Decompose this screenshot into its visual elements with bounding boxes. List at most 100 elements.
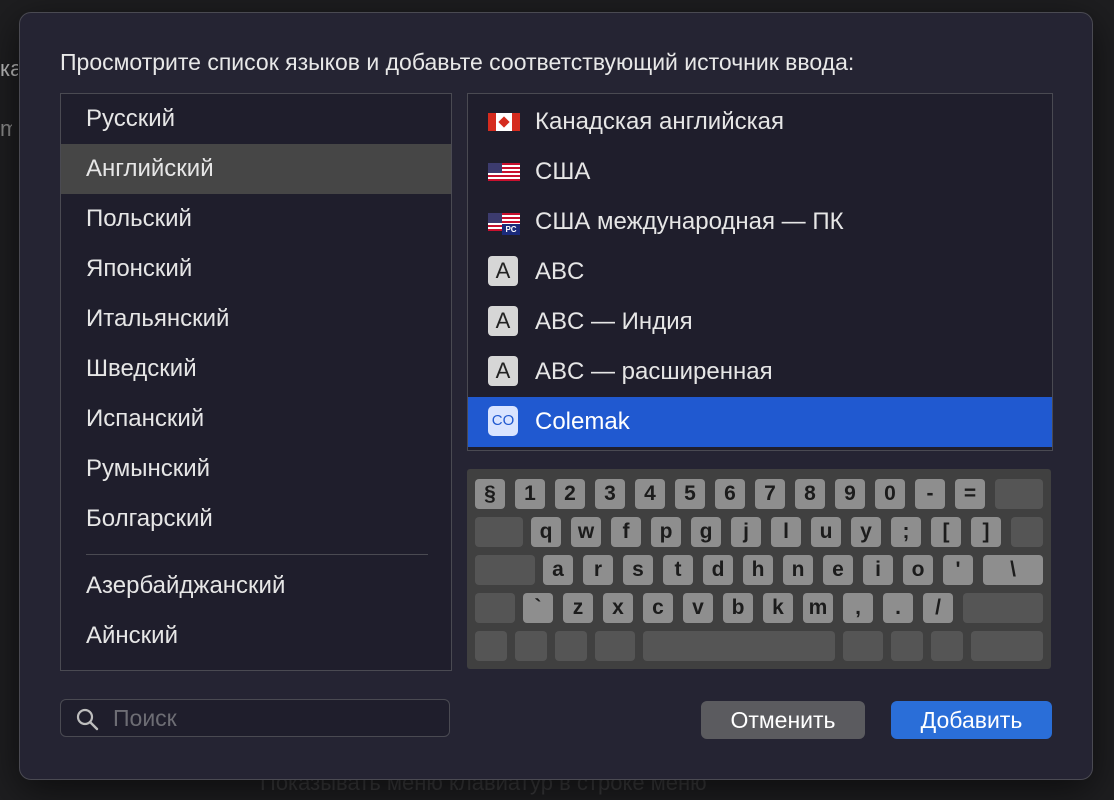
keyboard-key: \ bbox=[983, 555, 1043, 585]
letter-a-icon: A bbox=[488, 306, 520, 336]
keyboard-key: 1 bbox=[515, 479, 545, 509]
keyboard-key: 8 bbox=[795, 479, 825, 509]
keyboard-key-blank bbox=[971, 631, 1043, 661]
keyboard-key-blank bbox=[891, 631, 923, 661]
list-divider bbox=[86, 554, 428, 555]
language-item[interactable]: Азербайджанский bbox=[61, 561, 451, 611]
letter-a-icon: A bbox=[488, 256, 520, 286]
keyboard-key: h bbox=[743, 555, 773, 585]
input-source-list[interactable]: Канадская английская США PC США междунар… bbox=[467, 93, 1053, 451]
keyboard-key: ] bbox=[971, 517, 1001, 547]
search-field[interactable] bbox=[60, 699, 450, 737]
keyboard-key: 2 bbox=[555, 479, 585, 509]
input-source-label: США международная — ПК bbox=[535, 208, 844, 235]
input-source-item[interactable]: Канадская английская bbox=[468, 97, 1052, 147]
add-button[interactable]: Добавить bbox=[891, 701, 1052, 739]
canada-flag-icon bbox=[488, 109, 520, 135]
keyboard-key: 0 bbox=[875, 479, 905, 509]
background-text-fragment: ка bbox=[0, 56, 18, 81]
keyboard-key: b bbox=[723, 593, 753, 623]
keyboard-key-blank bbox=[995, 479, 1043, 509]
input-source-label: Канадская английская bbox=[535, 108, 784, 135]
input-source-item[interactable]: A ABC — расширенная bbox=[468, 347, 1052, 397]
keyboard-key-blank bbox=[843, 631, 883, 661]
keyboard-key: ` bbox=[523, 593, 553, 623]
keyboard-key: f bbox=[611, 517, 641, 547]
keyboard-key-blank bbox=[963, 593, 1043, 623]
keyboard-key: 5 bbox=[675, 479, 705, 509]
keyboard-key: w bbox=[571, 517, 601, 547]
keyboard-key: d bbox=[703, 555, 733, 585]
keyboard-key-blank bbox=[475, 555, 535, 585]
keyboard-key: / bbox=[923, 593, 953, 623]
keyboard-key: 4 bbox=[635, 479, 665, 509]
language-item[interactable]: Шведский bbox=[61, 344, 451, 394]
language-item[interactable]: Румынский bbox=[61, 444, 451, 494]
input-source-item-selected[interactable]: CO Colemak bbox=[468, 397, 1052, 447]
keyboard-key: t bbox=[663, 555, 693, 585]
keyboard-key-blank bbox=[595, 631, 635, 661]
keyboard-key: 6 bbox=[715, 479, 745, 509]
input-source-label: Colemak bbox=[535, 408, 630, 435]
keyboard-key: ; bbox=[891, 517, 921, 547]
input-source-item[interactable]: США bbox=[468, 147, 1052, 197]
input-source-item[interactable]: A ABC — Индия bbox=[468, 297, 1052, 347]
search-input[interactable] bbox=[113, 700, 433, 736]
keyboard-key: z bbox=[563, 593, 593, 623]
input-source-label: ABC — расширенная bbox=[535, 358, 773, 385]
keyboard-key: p bbox=[651, 517, 681, 547]
keyboard-key: e bbox=[823, 555, 853, 585]
us-flag-icon bbox=[488, 159, 520, 185]
cancel-button[interactable]: Отменить bbox=[701, 701, 865, 739]
keyboard-key: [ bbox=[931, 517, 961, 547]
keyboard-key: m bbox=[803, 593, 833, 623]
language-item[interactable]: Японский bbox=[61, 244, 451, 294]
search-icon bbox=[76, 708, 99, 731]
background-text-fragment: m bbox=[0, 116, 12, 141]
language-item[interactable]: Итальянский bbox=[61, 294, 451, 344]
keyboard-key: . bbox=[883, 593, 913, 623]
pc-badge: PC bbox=[502, 224, 520, 235]
keyboard-key: a bbox=[543, 555, 573, 585]
keyboard-key: n bbox=[783, 555, 813, 585]
keyboard-key: y bbox=[851, 517, 881, 547]
input-source-item[interactable]: A ABC bbox=[468, 247, 1052, 297]
keyboard-key: - bbox=[915, 479, 945, 509]
keyboard-key: 9 bbox=[835, 479, 865, 509]
keyboard-key: x bbox=[603, 593, 633, 623]
input-source-label: ABC — Индия bbox=[535, 308, 693, 335]
keyboard-key: i bbox=[863, 555, 893, 585]
language-list[interactable]: Русский Английский Польский Японский Ита… bbox=[60, 93, 452, 671]
keyboard-key-blank bbox=[931, 631, 963, 661]
keyboard-key-blank bbox=[475, 517, 523, 547]
letter-a-icon: A bbox=[488, 356, 520, 386]
keyboard-key-blank bbox=[515, 631, 547, 661]
keyboard-key: 7 bbox=[755, 479, 785, 509]
keyboard-key: ' bbox=[943, 555, 973, 585]
keyboard-key: = bbox=[955, 479, 985, 509]
language-item-selected[interactable]: Английский bbox=[61, 144, 451, 194]
dialog-prompt: Просмотрите список языков и добавьте соо… bbox=[60, 49, 855, 75]
keyboard-key-blank bbox=[643, 631, 835, 661]
language-item[interactable]: Болгарский bbox=[61, 494, 451, 544]
us-pc-flag-icon: PC bbox=[488, 209, 520, 235]
add-input-source-dialog: Просмотрите список языков и добавьте соо… bbox=[19, 12, 1093, 780]
keyboard-key: 3 bbox=[595, 479, 625, 509]
keyboard-key: u bbox=[811, 517, 841, 547]
input-source-item[interactable]: PC США международная — ПК bbox=[468, 197, 1052, 247]
language-item[interactable]: Испанский bbox=[61, 394, 451, 444]
keyboard-key-blank bbox=[475, 631, 507, 661]
input-source-label: США bbox=[535, 158, 591, 185]
keyboard-key-blank bbox=[475, 593, 515, 623]
keyboard-key: j bbox=[731, 517, 761, 547]
language-item[interactable]: Польский bbox=[61, 194, 451, 244]
keyboard-key: s bbox=[623, 555, 653, 585]
keyboard-key: § bbox=[475, 479, 505, 509]
input-source-label: ABC bbox=[535, 258, 585, 285]
keyboard-key: q bbox=[531, 517, 561, 547]
language-item[interactable]: Русский bbox=[61, 94, 451, 144]
keyboard-key: g bbox=[691, 517, 721, 547]
keyboard-key: r bbox=[583, 555, 613, 585]
keyboard-layout-preview: § 1 2 3 4 5 6 7 8 9 0- = q w f p g j l u y; [] a r s t d h n e i o ' \ ` z x… bbox=[467, 469, 1051, 669]
language-item[interactable]: Айнский bbox=[61, 611, 451, 661]
